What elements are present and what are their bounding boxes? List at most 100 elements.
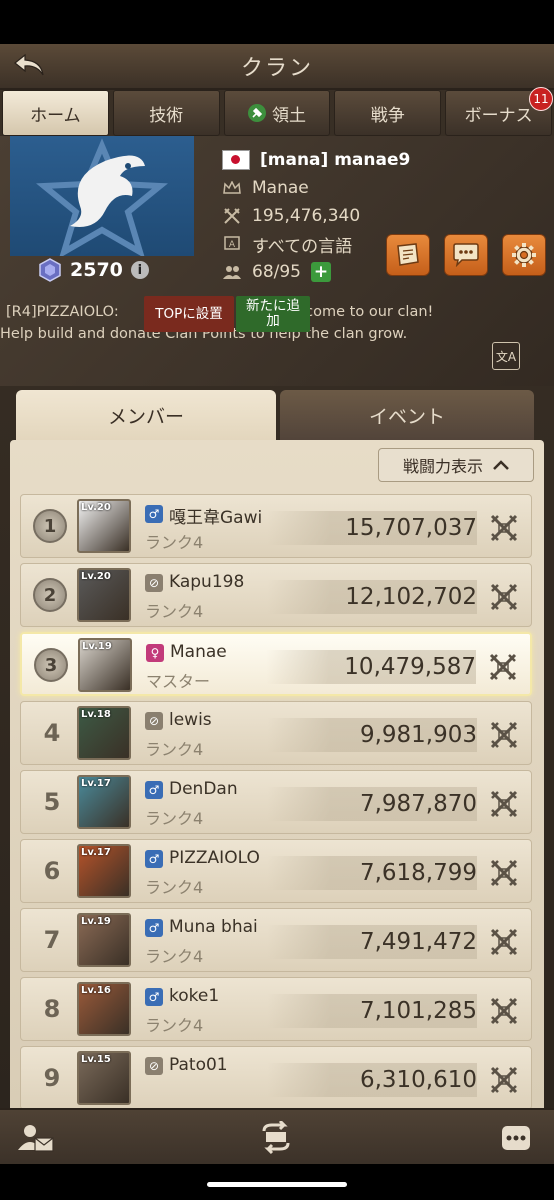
clan-leader-row: Manae bbox=[222, 174, 410, 202]
member-role: ランク4 bbox=[145, 878, 204, 897]
more-dots-icon bbox=[502, 1126, 530, 1150]
member-row[interactable]: 7 Lv.19 ♂ Muna bhai ランク4 7,491,472 bbox=[20, 908, 532, 972]
member-row[interactable]: 8 Lv.16 ♂ koke1 ランク4 7,101,285 bbox=[20, 977, 532, 1041]
crossed-swords-icon bbox=[490, 721, 518, 749]
member-power: 15,707,037 bbox=[267, 511, 477, 545]
hammer-icon bbox=[247, 104, 266, 122]
more-options-button[interactable] bbox=[496, 1118, 536, 1158]
level-label: Lv.18 bbox=[81, 709, 111, 720]
gear-icon bbox=[512, 243, 536, 267]
clan-power: 195,476,340 bbox=[252, 206, 361, 226]
crossed-swords-icon bbox=[490, 859, 518, 887]
clan-chat-button[interactable] bbox=[444, 234, 488, 276]
svg-text:A: A bbox=[229, 240, 236, 250]
member-role: ランク4 bbox=[145, 947, 204, 966]
level-label: Lv.20 bbox=[81, 502, 111, 513]
clan-score: 2570 bbox=[70, 259, 123, 281]
clan-language-row: A すべての言語 bbox=[222, 230, 410, 258]
header: クラン bbox=[0, 44, 554, 90]
tab-label: ボーナス bbox=[464, 105, 533, 126]
member-list-panel: メンバー イベント 戦闘力表示 1 Lv.20 ♂ 嘎王韋Gawi ランク4 15,707… bbox=[10, 390, 544, 1150]
page-title: クラン bbox=[240, 56, 313, 81]
avatar[interactable]: Lv.18 bbox=[77, 706, 131, 760]
language-icon: A bbox=[222, 235, 242, 253]
translate-icon[interactable]: 文A bbox=[492, 342, 520, 370]
hexagon-gem-icon bbox=[39, 258, 61, 282]
clan-name: [mana] manae9 bbox=[260, 150, 411, 170]
member-power: 10,479,587 bbox=[266, 650, 476, 684]
member-name: Pato01 bbox=[169, 1055, 228, 1075]
rank-number: 3 bbox=[34, 648, 68, 682]
member-row[interactable]: 9 Lv.15 ⊘ Pato01 6,310,610 bbox=[20, 1046, 532, 1110]
gender-none-icon: ⊘ bbox=[145, 712, 163, 730]
gender-male-icon: ♂ bbox=[145, 919, 163, 937]
avatar[interactable]: Lv.19 bbox=[77, 913, 131, 967]
member-power-value: 7,618,799 bbox=[359, 860, 477, 886]
level-label: Lv.17 bbox=[81, 847, 111, 858]
tab-bar: ホーム 技術 領土 戦争 ボーナス 11 bbox=[0, 87, 554, 136]
member-row[interactable]: 5 Lv.17 ♂ DenDan ランク4 7,987,870 bbox=[20, 770, 532, 834]
member-power: 12,102,702 bbox=[267, 580, 477, 614]
tab-territory[interactable]: 領土 bbox=[223, 90, 331, 136]
avatar[interactable]: Lv.17 bbox=[77, 775, 131, 829]
member-role: ランク4 bbox=[145, 809, 204, 828]
member-role: ランク4 bbox=[145, 740, 204, 759]
tab-members[interactable]: メンバー bbox=[16, 390, 276, 440]
add-member-icon[interactable]: + bbox=[311, 262, 331, 282]
tab-tech[interactable]: 技術 bbox=[112, 90, 220, 136]
members-mail-button[interactable] bbox=[16, 1118, 56, 1158]
member-name: Kapu198 bbox=[169, 572, 245, 592]
avatar[interactable]: Lv.17 bbox=[77, 844, 131, 898]
level-label: Lv.15 bbox=[81, 1054, 111, 1065]
chat-bubble-icon bbox=[453, 243, 479, 267]
clan-members-row: 68/95 + bbox=[222, 258, 410, 286]
add-new-button[interactable]: 新たに追加 bbox=[236, 296, 310, 332]
gender-male-icon: ♂ bbox=[145, 850, 163, 868]
member-role: ランク4 bbox=[145, 602, 204, 621]
crossed-swords-icon bbox=[490, 790, 518, 818]
member-power-value: 12,102,702 bbox=[345, 584, 477, 610]
avatar[interactable]: Lv.19 bbox=[78, 638, 132, 692]
clan-notice-button[interactable] bbox=[386, 234, 430, 276]
member-power-value: 10,479,587 bbox=[344, 654, 476, 680]
member-row[interactable]: 4 Lv.18 ⊘ lewis ランク4 9,981,903 bbox=[20, 701, 532, 765]
avatar[interactable]: Lv.15 bbox=[77, 1051, 131, 1105]
member-power: 7,101,285 bbox=[267, 994, 477, 1028]
member-row[interactable]: 1 Lv.20 ♂ 嘎王韋Gawi ランク4 15,707,037 bbox=[20, 494, 532, 558]
member-row[interactable]: 2 Lv.20 ⊘ Kapu198 ランク4 12,102,702 bbox=[20, 563, 532, 627]
member-name: koke1 bbox=[169, 986, 220, 1006]
tab-home[interactable]: ホーム bbox=[2, 90, 109, 136]
rank-number: 7 bbox=[43, 926, 61, 954]
set-top-button[interactable]: TOPに設置 bbox=[144, 296, 234, 332]
clan-banner[interactable] bbox=[10, 136, 194, 256]
member-name: lewis bbox=[169, 710, 212, 730]
avatar[interactable]: Lv.20 bbox=[77, 499, 131, 553]
power-display-toggle[interactable]: 戦闘力表示 bbox=[378, 448, 534, 482]
crossed-swords-icon bbox=[490, 583, 518, 611]
avatar[interactable]: Lv.20 bbox=[77, 568, 131, 622]
member-power: 7,987,870 bbox=[267, 787, 477, 821]
clan-language: すべての言語 bbox=[252, 236, 353, 257]
member-list-body: 戦闘力表示 1 Lv.20 ♂ 嘎王韋Gawi ランク4 15,707,037 2 Lv.20… bbox=[10, 440, 544, 1150]
member-power-value: 15,707,037 bbox=[345, 515, 477, 541]
tab-events[interactable]: イベント bbox=[280, 390, 534, 440]
member-row[interactable]: 6 Lv.17 ♂ PIZZAIOLO ランク4 7,618,799 bbox=[20, 839, 532, 903]
tab-bonus[interactable]: ボーナス 11 bbox=[445, 87, 553, 136]
tab-label: ホーム bbox=[30, 105, 81, 126]
avatar[interactable]: Lv.16 bbox=[77, 982, 131, 1036]
tab-war[interactable]: 戦争 bbox=[334, 90, 442, 136]
announcement-author: [R4]PIZZAIOLO: bbox=[6, 304, 119, 320]
tab-label: 戦争 bbox=[370, 105, 405, 126]
clan-settings-button[interactable] bbox=[502, 234, 546, 276]
member-power: 9,981,903 bbox=[267, 718, 477, 752]
rank-number: 8 bbox=[43, 995, 61, 1023]
member-row[interactable]: 3 Lv.19 ♀ Manae マスター 10,479,587 bbox=[20, 632, 532, 696]
info-icon[interactable]: i bbox=[130, 261, 149, 279]
member-role: ランク4 bbox=[145, 1016, 204, 1035]
crossed-swords-icon bbox=[222, 207, 242, 225]
member-power: 7,618,799 bbox=[267, 856, 477, 890]
transfer-button[interactable] bbox=[256, 1118, 296, 1158]
level-label: Lv.19 bbox=[82, 641, 112, 652]
rank-number: 5 bbox=[43, 788, 61, 816]
rank-number: 1 bbox=[33, 509, 67, 543]
